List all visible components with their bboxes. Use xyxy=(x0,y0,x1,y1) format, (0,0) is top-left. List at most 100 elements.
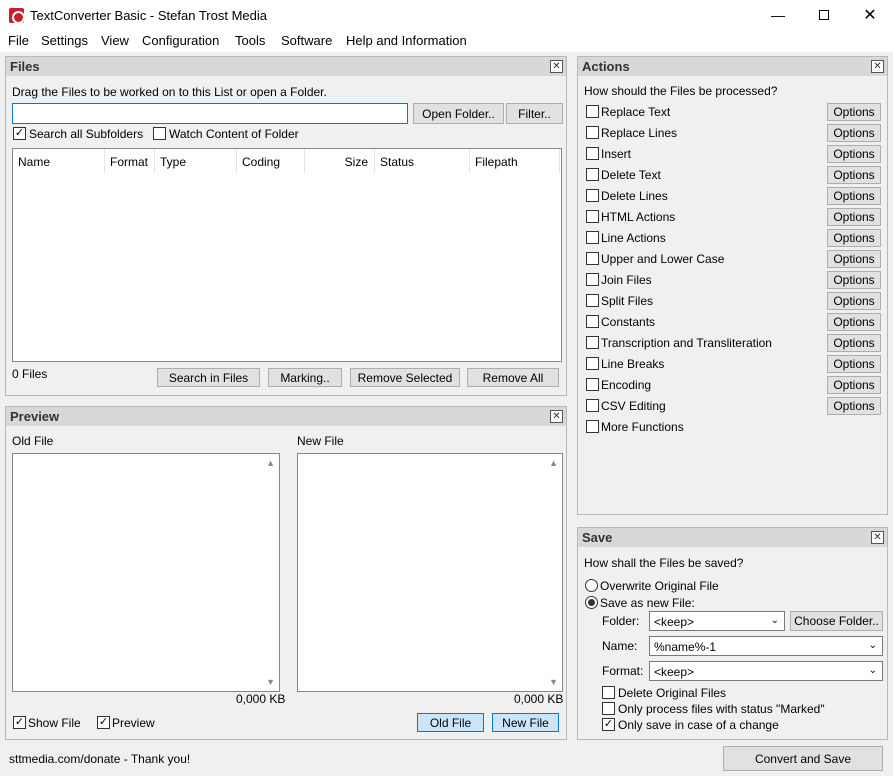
close-window-button[interactable]: ✕ xyxy=(847,0,893,30)
scroll-down-icon[interactable]: ▼ xyxy=(266,677,275,687)
close-icon: ✕ xyxy=(863,7,877,24)
old-file-label: Old File xyxy=(12,434,54,448)
filter-button[interactable]: Filter.. xyxy=(506,103,563,124)
action-checkbox[interactable] xyxy=(586,189,599,202)
action-checkbox[interactable] xyxy=(586,420,599,433)
column-status[interactable]: Status xyxy=(375,149,470,173)
donate-text[interactable]: sttmedia.com/donate - Thank you! xyxy=(9,752,190,766)
action-options-button[interactable]: Options xyxy=(827,145,881,163)
preview-title: Preview xyxy=(10,409,60,424)
action-options-button[interactable]: Options xyxy=(827,103,881,121)
action-checkbox[interactable] xyxy=(586,273,599,286)
save-panel: Save ✕ How shall the Files be saved? Ove… xyxy=(577,527,888,740)
action-checkbox[interactable] xyxy=(586,315,599,328)
old-file-button[interactable]: Old File xyxy=(417,713,484,732)
action-checkbox[interactable] xyxy=(586,294,599,307)
action-label: Constants xyxy=(601,315,656,329)
chevron-down-icon: ⌄ xyxy=(868,640,877,651)
overwrite-radio[interactable] xyxy=(585,579,598,592)
scroll-up-icon[interactable]: ▲ xyxy=(266,458,275,468)
minimize-button[interactable]: — xyxy=(755,0,801,30)
column-coding[interactable]: Coding xyxy=(237,149,305,173)
action-options-button[interactable]: Options xyxy=(827,313,881,331)
menu-configuration[interactable]: Configuration xyxy=(142,33,219,48)
remove-selected-button[interactable]: Remove Selected xyxy=(350,368,460,387)
menu-settings[interactable]: Settings xyxy=(41,33,88,48)
choose-folder-button[interactable]: Choose Folder.. xyxy=(790,611,883,631)
watch-folder-checkbox[interactable] xyxy=(153,127,166,140)
action-options-button[interactable]: Options xyxy=(827,355,881,373)
search-in-files-button[interactable]: Search in Files xyxy=(157,368,260,387)
files-close-icon[interactable]: ✕ xyxy=(550,60,563,73)
menu-tools[interactable]: Tools xyxy=(235,33,265,48)
file-count: 0 Files xyxy=(12,367,48,381)
action-options-button[interactable]: Options xyxy=(827,250,881,268)
folder-select[interactable]: <keep> ⌄ xyxy=(649,611,785,631)
marking-button[interactable]: Marking.. xyxy=(268,368,342,387)
column-name[interactable]: Name xyxy=(13,149,105,173)
action-options-button[interactable]: Options xyxy=(827,208,881,226)
menu-view[interactable]: View xyxy=(101,33,129,48)
action-checkbox[interactable] xyxy=(586,168,599,181)
action-label: CSV Editing xyxy=(601,399,666,413)
remove-all-button[interactable]: Remove All xyxy=(467,368,559,387)
column-filepath[interactable]: Filepath xyxy=(470,149,560,173)
menu-software[interactable]: Software xyxy=(281,33,332,48)
files-hint: Drag the Files to be worked on to this L… xyxy=(12,85,327,99)
action-options-button[interactable]: Options xyxy=(827,124,881,142)
scroll-down-icon[interactable]: ▼ xyxy=(549,677,558,687)
save-title: Save xyxy=(582,530,613,545)
action-options-button[interactable]: Options xyxy=(827,187,881,205)
old-file-preview[interactable]: ▲ ▼ xyxy=(12,453,280,692)
menu-file[interactable]: File xyxy=(8,33,29,48)
action-options-button[interactable]: Options xyxy=(827,397,881,415)
action-label: Insert xyxy=(601,147,632,161)
action-checkbox[interactable] xyxy=(586,231,599,244)
action-checkbox[interactable] xyxy=(586,378,599,391)
action-checkbox[interactable] xyxy=(586,210,599,223)
preview-close-icon[interactable]: ✕ xyxy=(550,410,563,423)
minimize-icon: — xyxy=(771,7,785,23)
delete-original-checkbox[interactable] xyxy=(602,686,615,699)
only-change-checkbox[interactable]: ✓ xyxy=(602,718,615,731)
action-options-button[interactable]: Options xyxy=(827,376,881,394)
save-new-radio[interactable] xyxy=(585,596,598,609)
action-options-button[interactable]: Options xyxy=(827,229,881,247)
new-file-preview[interactable]: ▲ ▼ xyxy=(297,453,563,692)
folder-label: Folder: xyxy=(602,614,640,628)
file-list[interactable]: Name Format Type Coding Size Status File… xyxy=(12,148,562,362)
convert-and-save-button[interactable]: Convert and Save xyxy=(723,746,883,771)
action-checkbox[interactable] xyxy=(586,399,599,412)
action-label: HTML Actions xyxy=(601,210,676,224)
folder-value: <keep> xyxy=(654,615,695,629)
actions-close-icon[interactable]: ✕ xyxy=(871,60,884,73)
action-options-button[interactable]: Options xyxy=(827,334,881,352)
preview-checkbox[interactable]: ✓ xyxy=(97,716,110,729)
maximize-button[interactable] xyxy=(801,0,847,30)
action-options-button[interactable]: Options xyxy=(827,166,881,184)
column-size[interactable]: Size xyxy=(305,149,375,173)
column-type[interactable]: Type xyxy=(155,149,237,173)
scroll-up-icon[interactable]: ▲ xyxy=(549,458,558,468)
save-close-icon[interactable]: ✕ xyxy=(871,531,884,544)
show-file-checkbox[interactable]: ✓ xyxy=(13,716,26,729)
column-format[interactable]: Format xyxy=(105,149,155,173)
action-options-button[interactable]: Options xyxy=(827,271,881,289)
action-checkbox[interactable] xyxy=(586,105,599,118)
open-folder-button[interactable]: Open Folder.. xyxy=(413,103,504,124)
name-combo[interactable]: %name%-1 ⌄ xyxy=(649,636,883,656)
action-checkbox[interactable] xyxy=(586,252,599,265)
action-checkbox[interactable] xyxy=(586,147,599,160)
new-file-button[interactable]: New File xyxy=(492,713,559,732)
folder-path-input[interactable] xyxy=(12,103,408,124)
search-subfolders-checkbox[interactable]: ✓ xyxy=(13,127,26,140)
format-select[interactable]: <keep> ⌄ xyxy=(649,661,883,681)
format-label: Format: xyxy=(602,664,644,678)
action-label: Join Files xyxy=(601,273,652,287)
action-options-button[interactable]: Options xyxy=(827,292,881,310)
only-marked-checkbox[interactable] xyxy=(602,702,615,715)
action-checkbox[interactable] xyxy=(586,126,599,139)
action-checkbox[interactable] xyxy=(586,336,599,349)
menu-help[interactable]: Help and Information xyxy=(346,33,467,48)
action-checkbox[interactable] xyxy=(586,357,599,370)
